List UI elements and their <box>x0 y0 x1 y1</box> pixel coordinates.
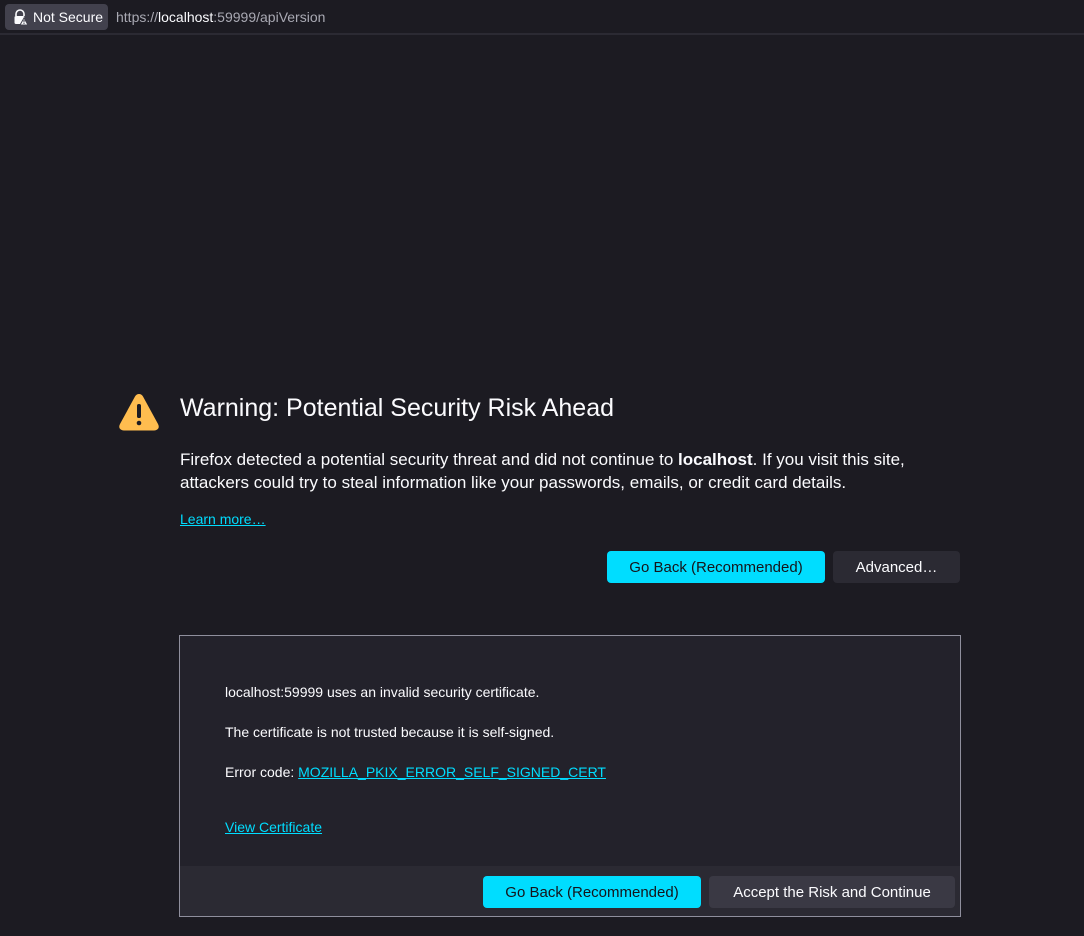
warning-triangle-icon <box>119 394 159 431</box>
url-bar: Not Secure https://localhost:59999/apiVe… <box>0 0 1084 35</box>
panel-go-back-button[interactable]: Go Back (Recommended) <box>483 876 701 908</box>
accept-risk-button[interactable]: Accept the Risk and Continue <box>709 876 955 908</box>
page-title: Warning: Potential Security Risk Ahead <box>180 394 615 422</box>
learn-more-link[interactable]: Learn more… <box>180 511 266 527</box>
error-code-line: Error code: MOZILLA_PKIX_ERROR_SELF_SIGN… <box>225 764 606 780</box>
error-code-label: Error code: <box>225 764 299 780</box>
url-text[interactable]: https://localhost:59999/apiVersion <box>116 9 325 25</box>
advanced-panel: localhost:59999 uses an invalid security… <box>179 635 961 917</box>
go-back-button[interactable]: Go Back (Recommended) <box>607 551 825 583</box>
view-certificate-line: View Certificate <box>225 819 322 835</box>
url-path: :59999/apiVersion <box>213 9 326 25</box>
error-description: Firefox detected a potential security th… <box>180 448 960 494</box>
self-signed-message: The certificate is not trusted because i… <box>225 724 555 740</box>
not-secure-indicator[interactable]: Not Secure <box>5 4 108 30</box>
view-certificate-link[interactable]: View Certificate <box>225 819 322 835</box>
advanced-panel-footer: Go Back (Recommended) Accept the Risk an… <box>180 866 960 916</box>
error-code-link[interactable]: MOZILLA_PKIX_ERROR_SELF_SIGNED_CERT <box>298 764 606 780</box>
invalid-cert-message: localhost:59999 uses an invalid security… <box>225 684 540 700</box>
advanced-button[interactable]: Advanced… <box>833 551 960 583</box>
desc-text-prefix: Firefox detected a potential security th… <box>180 450 679 469</box>
lock-warning-icon <box>14 9 28 25</box>
not-secure-label: Not Secure <box>33 9 104 25</box>
desc-host: localhost <box>678 450 753 469</box>
url-scheme: https:// <box>116 9 159 25</box>
url-host: localhost <box>158 9 214 25</box>
